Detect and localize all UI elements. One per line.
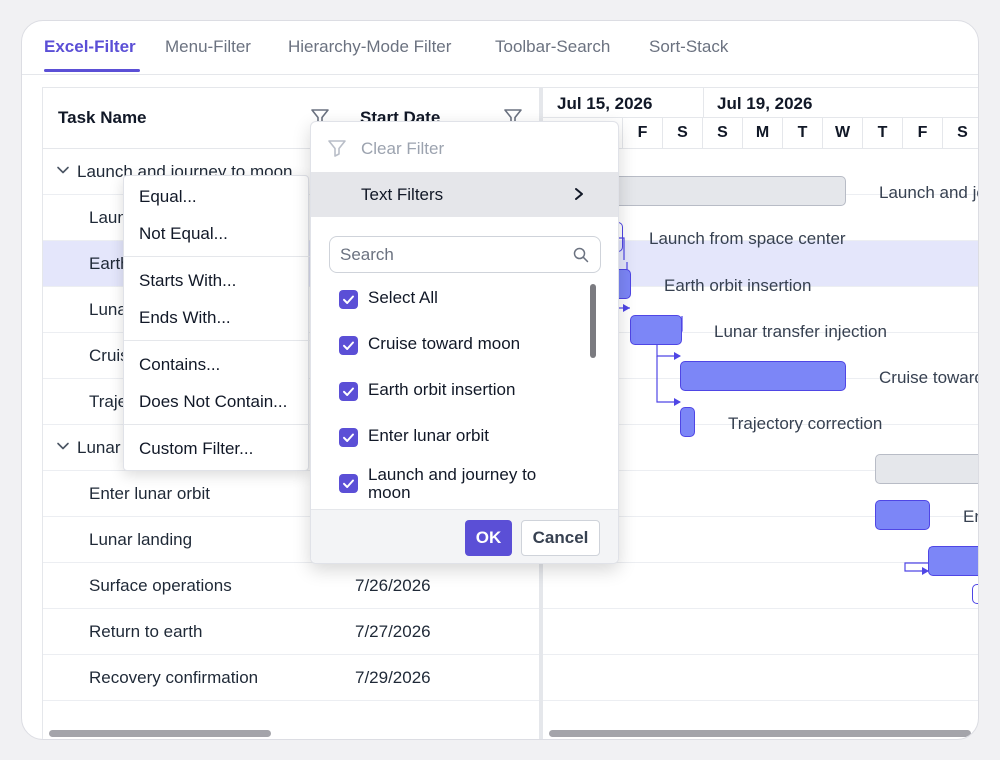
- text-filters-submenu: Equal... Not Equal... Starts With... End…: [123, 175, 310, 471]
- menu-item-equal[interactable]: Equal...: [139, 187, 197, 207]
- menu-item-does-not-contain[interactable]: Does Not Contain...: [139, 392, 287, 412]
- menu-divider: [124, 424, 310, 425]
- task-bar-cruise[interactable]: [680, 361, 846, 391]
- filter-option-label: Cruise toward moon: [368, 334, 521, 353]
- check-icon: [343, 479, 354, 488]
- check-icon: [343, 341, 354, 350]
- table-row[interactable]: Surface operations 7/26/2026: [43, 563, 540, 609]
- task-name-cell: Lunar landing: [89, 530, 193, 549]
- bar-label-cruise: Cruise toward moon: [879, 368, 979, 387]
- menu-item-contains[interactable]: Contains...: [139, 355, 220, 375]
- task-bar-lunar-transfer[interactable]: [630, 315, 682, 345]
- active-tab-indicator: [44, 69, 140, 72]
- task-name-cell: Enter lunar orbit: [89, 484, 210, 503]
- search-icon[interactable]: [573, 247, 589, 263]
- filter-option[interactable]: Select All: [329, 282, 589, 318]
- chevron-down-icon[interactable]: [56, 163, 70, 177]
- bar-label-launch-journey: Launch and journey to moon: [879, 183, 978, 202]
- filter-option[interactable]: Launch and journey to moon: [329, 466, 589, 502]
- table-row[interactable]: Recovery confirmation 7/29/2026: [43, 655, 540, 701]
- bar-label-launch-center: Launch from space center: [649, 229, 846, 248]
- start-date-cell: 7/26/2026: [355, 576, 431, 595]
- task-bar-enter-lunar-orbit[interactable]: [875, 500, 930, 530]
- checkbox[interactable]: [339, 290, 358, 309]
- text-filters-label: Text Filters: [361, 185, 444, 204]
- task-name-cell: Surface operations: [89, 576, 232, 595]
- filter-option-label: Enter lunar orbit: [368, 426, 489, 445]
- grid-horizontal-scrollbar[interactable]: [49, 730, 271, 737]
- chevron-right-icon: [575, 188, 583, 200]
- tab-hierarchy-mode-filter[interactable]: Hierarchy-Mode Filter: [288, 37, 451, 57]
- task-bar-surface-operations[interactable]: [972, 584, 978, 604]
- app-frame: Excel-Filter Menu-Filter Hierarchy-Mode …: [21, 20, 979, 740]
- tab-sort-stack[interactable]: Sort-Stack: [649, 37, 728, 57]
- summary-bar-launch-journey[interactable]: [583, 176, 846, 206]
- filter-option-label: Earth orbit insertion: [368, 380, 516, 399]
- checkbox[interactable]: [339, 428, 358, 447]
- tab-excel-filter[interactable]: Excel-Filter: [44, 37, 136, 57]
- menu-item-not-equal[interactable]: Not Equal...: [139, 224, 228, 244]
- options-scrollbar[interactable]: [587, 282, 599, 510]
- filter-popup-footer: OK Cancel: [311, 509, 618, 563]
- menu-divider: [124, 256, 310, 257]
- bar-label-lunar-transfer: Lunar transfer injection: [714, 322, 887, 341]
- clear-filter-icon: [328, 140, 346, 157]
- table-row[interactable]: Return to earth 7/27/2026: [43, 609, 540, 655]
- bar-label-enter-lunar-orbit: Enter lunar orbit: [963, 507, 978, 526]
- task-name-cell: Recovery confirmation: [89, 668, 259, 687]
- chevron-down-icon[interactable]: [56, 439, 70, 453]
- chart-horizontal-scrollbar[interactable]: [549, 730, 971, 737]
- menu-item-custom-filter[interactable]: Custom Filter...: [139, 439, 253, 459]
- summary-bar-lunar-operations[interactable]: [875, 454, 978, 484]
- filter-option-label: Select All: [368, 288, 438, 307]
- cancel-button[interactable]: Cancel: [521, 520, 600, 556]
- task-name-cell: Return to earth: [89, 622, 203, 641]
- check-icon: [343, 433, 354, 442]
- checkbox[interactable]: [339, 474, 358, 493]
- filter-options-list: Select All Cruise toward moon Earth orbit …: [329, 282, 601, 510]
- filter-option[interactable]: Earth orbit insertion: [329, 374, 589, 410]
- filter-search-box: [329, 236, 601, 273]
- clear-filter-item[interactable]: Clear Filter: [311, 122, 618, 172]
- filter-search-input[interactable]: [340, 243, 560, 267]
- text-filters-item[interactable]: Text Filters: [311, 172, 618, 217]
- filter-option[interactable]: Cruise toward moon: [329, 328, 589, 364]
- check-icon: [343, 387, 354, 396]
- excel-filter-popup: Clear Filter Text Filters Select All Crui…: [310, 121, 619, 564]
- check-icon: [343, 295, 354, 304]
- start-date-cell: 7/27/2026: [355, 622, 431, 641]
- filter-option[interactable]: Enter lunar orbit: [329, 420, 589, 456]
- tab-menu-filter[interactable]: Menu-Filter: [165, 37, 251, 57]
- checkbox[interactable]: [339, 382, 358, 401]
- options-scrollbar-thumb[interactable]: [590, 284, 596, 358]
- bar-label-earth-orbit: Earth orbit insertion: [664, 276, 812, 295]
- ok-button[interactable]: OK: [465, 520, 512, 556]
- tab-bar: Excel-Filter Menu-Filter Hierarchy-Mode …: [22, 21, 978, 75]
- task-bar-trajectory[interactable]: [680, 407, 695, 437]
- task-bar-lunar-landing[interactable]: [928, 546, 978, 576]
- start-date-cell: 7/29/2026: [355, 668, 431, 687]
- bar-label-trajectory: Trajectory correction: [728, 414, 883, 433]
- column-header-task-name[interactable]: Task Name: [58, 108, 147, 128]
- clear-filter-label: Clear Filter: [361, 139, 445, 158]
- filter-option-label: Launch and journey to moon: [368, 465, 537, 502]
- menu-item-starts-with[interactable]: Starts With...: [139, 271, 236, 291]
- menu-item-ends-with[interactable]: Ends With...: [139, 308, 231, 328]
- checkbox[interactable]: [339, 336, 358, 355]
- tab-toolbar-search[interactable]: Toolbar-Search: [495, 37, 610, 57]
- menu-divider: [124, 340, 310, 341]
